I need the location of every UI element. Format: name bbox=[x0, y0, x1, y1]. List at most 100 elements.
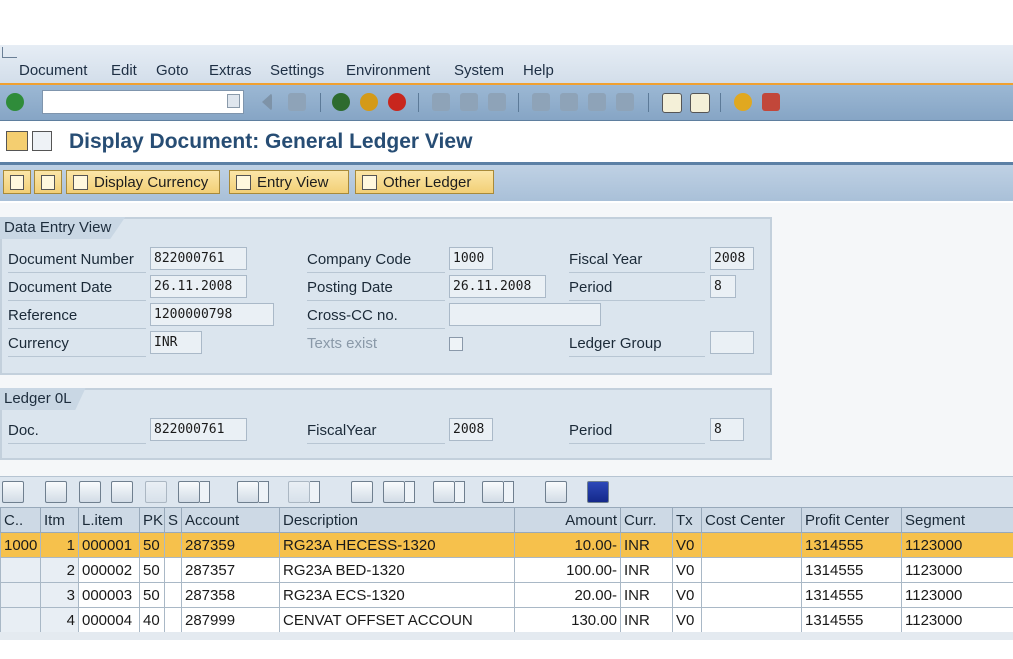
details-icon[interactable] bbox=[2, 481, 24, 503]
graphic-icon[interactable] bbox=[545, 481, 567, 503]
cell-currency[interactable]: INR bbox=[620, 532, 673, 558]
table-row[interactable]: 4 000004 40 287999 CENVAT OFFSET ACCOUN … bbox=[0, 607, 1013, 633]
cell-currency[interactable]: INR bbox=[620, 607, 673, 633]
filter-dropdown-icon[interactable] bbox=[200, 481, 210, 503]
cell-posting-key[interactable]: 50 bbox=[139, 532, 165, 558]
cell-posting-key[interactable]: 50 bbox=[139, 557, 165, 583]
cell-profit-center[interactable]: 1314555 bbox=[801, 557, 902, 583]
cell-posting-key[interactable]: 50 bbox=[139, 582, 165, 608]
filter-icon[interactable] bbox=[178, 481, 200, 503]
find-icon[interactable] bbox=[111, 481, 133, 503]
posting-date-field[interactable]: 26.11.2008 bbox=[449, 275, 546, 298]
cell-company[interactable]: 1000 bbox=[0, 532, 41, 558]
window-menu-icon[interactable] bbox=[2, 47, 17, 58]
ledger-period-field[interactable]: 8 bbox=[710, 418, 744, 441]
document-icon[interactable] bbox=[6, 131, 28, 151]
cell-segment[interactable]: 1123000 bbox=[901, 607, 1013, 633]
command-field[interactable] bbox=[42, 90, 244, 114]
cell-tax[interactable]: V0 bbox=[672, 532, 702, 558]
cell-item[interactable]: 2 bbox=[40, 557, 79, 583]
help-icon[interactable] bbox=[734, 93, 752, 111]
layout-dropdown-icon[interactable] bbox=[504, 481, 514, 503]
cell-cost-center[interactable] bbox=[701, 607, 802, 633]
cell-account[interactable]: 287358 bbox=[181, 582, 280, 608]
cell-account[interactable]: 287357 bbox=[181, 557, 280, 583]
total-icon[interactable] bbox=[237, 481, 259, 503]
col-header-cost-center[interactable]: Cost Center bbox=[701, 507, 802, 533]
cell-amount[interactable]: 20.00- bbox=[514, 582, 621, 608]
cross-cc-field[interactable] bbox=[449, 303, 601, 326]
entry-view-button[interactable]: Entry View bbox=[229, 170, 349, 194]
col-header-amount[interactable]: Amount bbox=[514, 507, 621, 533]
menu-document[interactable]: Document bbox=[19, 62, 87, 79]
export-dropdown-icon[interactable] bbox=[455, 481, 465, 503]
cell-currency[interactable]: INR bbox=[620, 582, 673, 608]
menu-extras[interactable]: Extras bbox=[209, 62, 252, 79]
col-header-s[interactable]: S bbox=[164, 507, 182, 533]
cell-segment[interactable]: 1123000 bbox=[901, 582, 1013, 608]
cell-account[interactable]: 287999 bbox=[181, 607, 280, 633]
save-icon[interactable] bbox=[288, 93, 306, 111]
sort-descending-icon[interactable] bbox=[79, 481, 101, 503]
col-header-tax[interactable]: Tx bbox=[672, 507, 702, 533]
collapse-icon[interactable] bbox=[262, 93, 272, 111]
cell-cost-center[interactable] bbox=[701, 557, 802, 583]
cell-cost-center[interactable] bbox=[701, 532, 802, 558]
new-session-icon[interactable] bbox=[662, 93, 682, 113]
cell-s[interactable] bbox=[164, 532, 182, 558]
ledger-fiscal-year-field[interactable]: 2008 bbox=[449, 418, 493, 441]
document-date-field[interactable]: 26.11.2008 bbox=[150, 275, 247, 298]
cell-company[interactable] bbox=[0, 582, 41, 608]
cell-currency[interactable]: INR bbox=[620, 557, 673, 583]
subtotal-icon[interactable] bbox=[288, 481, 310, 503]
cell-profit-center[interactable]: 1314555 bbox=[801, 607, 902, 633]
cell-tax[interactable]: V0 bbox=[672, 582, 702, 608]
cell-line-item[interactable]: 000002 bbox=[78, 557, 140, 583]
display-currency-button[interactable]: Display Currency bbox=[66, 170, 220, 194]
col-header-description[interactable]: Description bbox=[279, 507, 515, 533]
print-document-button[interactable] bbox=[34, 170, 62, 194]
info-icon[interactable] bbox=[587, 481, 609, 503]
first-page-icon[interactable] bbox=[532, 93, 550, 111]
cell-description[interactable]: CENVAT OFFSET ACCOUN bbox=[279, 607, 515, 633]
col-header-currency[interactable]: Curr. bbox=[620, 507, 673, 533]
col-header-profit-center[interactable]: Profit Center bbox=[801, 507, 902, 533]
cell-item[interactable]: 1 bbox=[40, 532, 79, 558]
menu-system[interactable]: System bbox=[454, 62, 504, 79]
currency-field[interactable]: INR bbox=[150, 331, 202, 354]
reference-field[interactable]: 1200000798 bbox=[150, 303, 274, 326]
cell-line-item[interactable]: 000003 bbox=[78, 582, 140, 608]
col-header-segment[interactable]: Segment bbox=[901, 507, 1013, 533]
cell-segment[interactable]: 1123000 bbox=[901, 557, 1013, 583]
cancel-icon[interactable] bbox=[388, 93, 406, 111]
cell-tax[interactable]: V0 bbox=[672, 557, 702, 583]
ledger-doc-field[interactable]: 822000761 bbox=[150, 418, 247, 441]
cell-cost-center[interactable] bbox=[701, 582, 802, 608]
menu-goto[interactable]: Goto bbox=[156, 62, 189, 79]
table-row[interactable]: 1000 1 000001 50 287359 RG23A HECESS-132… bbox=[0, 532, 1013, 558]
col-header-item[interactable]: Itm bbox=[40, 507, 79, 533]
subtotal-dropdown-icon[interactable] bbox=[310, 481, 320, 503]
company-code-field[interactable]: 1000 bbox=[449, 247, 493, 270]
table-row[interactable]: 2 000002 50 287357 RG23A BED-1320 100.00… bbox=[0, 557, 1013, 583]
cell-company[interactable] bbox=[0, 557, 41, 583]
cell-item[interactable]: 4 bbox=[40, 607, 79, 633]
menu-settings[interactable]: Settings bbox=[270, 62, 324, 79]
table-row[interactable]: 3 000003 50 287358 RG23A ECS-1320 20.00-… bbox=[0, 582, 1013, 608]
cell-tax[interactable]: V0 bbox=[672, 607, 702, 633]
cell-company[interactable] bbox=[0, 607, 41, 633]
fiscal-year-field[interactable]: 2008 bbox=[710, 247, 754, 270]
menu-edit[interactable]: Edit bbox=[111, 62, 137, 79]
cell-profit-center[interactable]: 1314555 bbox=[801, 532, 902, 558]
cell-amount[interactable]: 130.00 bbox=[514, 607, 621, 633]
layout-icon[interactable] bbox=[482, 481, 504, 503]
cell-posting-key[interactable]: 40 bbox=[139, 607, 165, 633]
ledger-group-field[interactable] bbox=[710, 331, 754, 354]
layout-menu-icon[interactable] bbox=[762, 93, 780, 111]
find-icon[interactable] bbox=[460, 93, 478, 111]
sort-ascending-icon[interactable] bbox=[45, 481, 67, 503]
views-icon[interactable] bbox=[383, 481, 405, 503]
cell-amount[interactable]: 100.00- bbox=[514, 557, 621, 583]
cell-account[interactable]: 287359 bbox=[181, 532, 280, 558]
cell-description[interactable]: RG23A BED-1320 bbox=[279, 557, 515, 583]
